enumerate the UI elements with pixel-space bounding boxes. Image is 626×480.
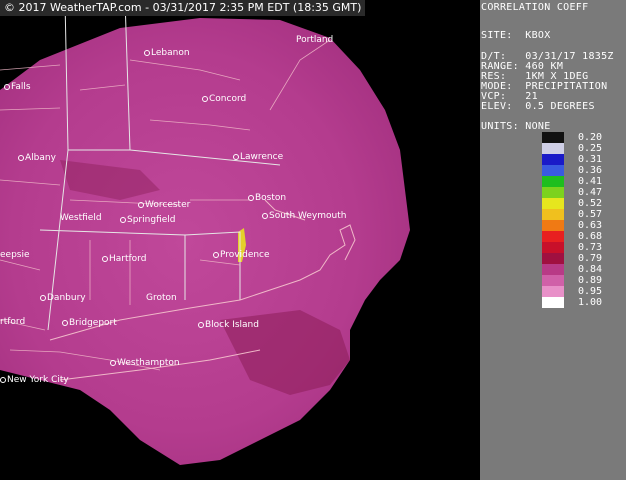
city-marker-icon [18, 154, 24, 161]
scale-swatch [542, 132, 564, 143]
city-label: Albany [18, 153, 56, 163]
scale-swatch [542, 165, 564, 176]
city-marker-icon [198, 321, 204, 328]
product-title: CORRELATION COEFF [481, 2, 589, 13]
city-marker-icon [4, 83, 10, 90]
city-label: Groton [146, 293, 177, 303]
scale-swatch [542, 220, 564, 231]
scale-swatch [542, 275, 564, 286]
scale-swatch [542, 253, 564, 264]
city-marker-icon [144, 49, 150, 56]
scale-swatch [542, 176, 564, 187]
scale-tick-label: 0.73 [578, 242, 603, 253]
city-label: rtford [0, 317, 26, 327]
scale-swatch [542, 143, 564, 154]
city-label: Falls [4, 82, 31, 92]
city-label: Danbury [40, 293, 86, 303]
city-marker-icon [120, 216, 126, 223]
scale-swatch [542, 286, 564, 297]
city-label: Block Island [198, 320, 259, 330]
city-marker-icon [62, 319, 68, 326]
city-marker-icon [0, 376, 6, 383]
scale-tick-label: 0.52 [578, 198, 603, 209]
city-label: Springfield [120, 215, 175, 225]
city-label: Westfield [60, 213, 102, 223]
city-marker-icon [213, 251, 219, 258]
scale-tick-label: 0.89 [578, 275, 603, 286]
scale-tick-label: 0.79 [578, 253, 603, 264]
city-label: Lawrence [233, 152, 283, 162]
scale-swatch [542, 231, 564, 242]
scale-tick-label: 0.36 [578, 165, 603, 176]
city-label: South Weymouth [262, 211, 346, 221]
city-marker-icon [138, 201, 144, 208]
scale-swatch [542, 242, 564, 253]
scale-swatch [542, 209, 564, 220]
scale-swatch [542, 198, 564, 209]
city-marker-icon [102, 255, 108, 262]
city-label: Bridgeport [62, 318, 117, 328]
scale-swatch [542, 297, 564, 308]
city-label: Providence [213, 250, 270, 260]
elevation-line: ELEV: 0.5 DEGREES [481, 101, 595, 112]
product-info-panel: CORRELATION COEFF SITE: KBOX D/T: 03/31/… [480, 0, 626, 480]
city-label: Lebanon [144, 48, 190, 58]
scale-tick-label: 0.25 [578, 143, 603, 154]
city-marker-icon [110, 359, 116, 366]
scale-tick-label: 0.31 [578, 154, 603, 165]
radar-echo-layer [0, 0, 410, 465]
city-label: New York City [0, 375, 69, 385]
city-marker-icon [233, 153, 239, 160]
city-label: Boston [248, 193, 286, 203]
city-label: Worcester [138, 200, 190, 210]
city-marker-icon [248, 194, 254, 201]
city-label: Westhampton [110, 358, 180, 368]
timestamp-banner: © 2017 WeatherTAP.com - 03/31/2017 2:35 … [0, 0, 366, 16]
scale-tick-label: 0.95 [578, 286, 603, 297]
city-marker-icon [262, 212, 268, 219]
color-scale [542, 132, 564, 308]
city-label: eepsie [0, 250, 30, 260]
city-marker-icon [40, 294, 46, 301]
city-label: Concord [202, 94, 246, 104]
scale-swatch [542, 187, 564, 198]
color-scale-ticks: 0.20 0.25 0.31 0.36 0.41 0.47 0.52 0.57 0.63 0.68… [578, 132, 602, 308]
city-marker-icon [202, 95, 208, 102]
units-line: UNITS: NONE [481, 121, 551, 132]
scale-tick-label: 0.20 [578, 132, 603, 143]
scale-tick-label: 0.63 [578, 220, 603, 231]
scale-tick-label: 0.57 [578, 209, 603, 220]
scale-tick-label: 0.68 [578, 231, 603, 242]
scale-tick-label: 0.47 [578, 187, 603, 198]
city-label: Hartford [102, 254, 146, 264]
radar-map: © 2017 WeatherTAP.com - 03/31/2017 2:35 … [0, 0, 480, 480]
site-line: SITE: KBOX [481, 30, 551, 41]
scale-swatch [542, 264, 564, 275]
city-label: Portland [296, 35, 334, 45]
scale-swatch [542, 154, 564, 165]
precip-echo [0, 18, 410, 465]
scale-tick-label: 1.00 [578, 297, 603, 308]
scale-tick-label: 0.41 [578, 176, 603, 187]
scale-tick-label: 0.84 [578, 264, 603, 275]
